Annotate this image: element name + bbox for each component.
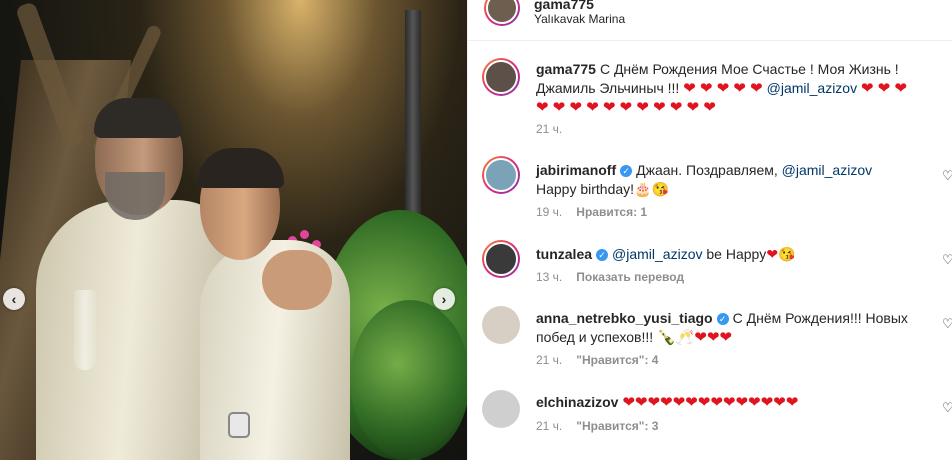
avatar[interactable]: [482, 58, 520, 96]
comment-meta: 19 ч. Нравится: 1: [536, 205, 647, 219]
mention-link[interactable]: @jamil_azizov: [782, 162, 872, 178]
post-location[interactable]: Yalıkavak Marina: [534, 12, 625, 26]
comment-body: Happy birthday!: [536, 181, 635, 197]
man-right-hair: [198, 148, 284, 188]
comment-text: anna_netrebko_yusi_tiago ✓ С Днём Рождения…: [536, 309, 916, 347]
comment-time[interactable]: 13 ч.: [536, 270, 562, 284]
post-header: gama775 Yalıkavak Marina: [468, 0, 952, 41]
verified-badge-icon: ✓: [716, 313, 729, 326]
caption-username[interactable]: gama775: [536, 61, 596, 77]
comment-text: jabirimanoff ✓ Джаан. Поздравляем, @jamil_…: [536, 161, 916, 199]
verified-badge-icon: ✓: [620, 165, 633, 178]
comment-text: elchinazizov ❤❤❤❤❤❤❤❤❤❤❤❤❤❤: [536, 393, 916, 412]
emoji: 🎂😘: [634, 181, 669, 197]
heart-outline-icon[interactable]: ♡: [942, 168, 952, 184]
comment-time[interactable]: 19 ч.: [536, 205, 562, 219]
hearts-emoji: ❤ ❤ ❤ ❤ ❤ ❤ ❤ ❤ ❤ ❤ ❤: [536, 99, 716, 116]
mention-link[interactable]: @jamil_azizov: [612, 246, 702, 262]
heart-outline-icon[interactable]: ♡: [942, 252, 952, 268]
comment-likes[interactable]: "Нравится": 3: [576, 419, 658, 433]
mention-link[interactable]: @jamil_azizov: [767, 80, 857, 96]
comment-time[interactable]: 21 ч.: [536, 419, 562, 433]
foliage: [350, 300, 467, 460]
comment-time[interactable]: 21 ч.: [536, 353, 562, 367]
comment-username[interactable]: anna_netrebko_yusi_tiago: [536, 310, 713, 326]
avatar[interactable]: [484, 0, 520, 26]
comment-username[interactable]: elchinazizov: [536, 394, 618, 410]
caption-text: gama775 С Днём Рождения Мое Счастье ! Моя…: [536, 60, 916, 117]
comment-body: Джаан. Поздравляем,: [636, 162, 782, 178]
comment-likes[interactable]: "Нравится": 4: [576, 353, 658, 367]
comment-username[interactable]: jabirimanoff: [536, 162, 616, 178]
hearts-emoji: ❤ ❤ ❤ ❤ ❤: [683, 80, 763, 97]
comment-body: be Happy: [702, 246, 767, 262]
emoji: ❤😘: [766, 246, 796, 262]
verified-badge-icon: ✓: [596, 249, 609, 262]
avatar[interactable]: [482, 156, 520, 194]
chevron-right-icon[interactable]: ›: [433, 288, 455, 310]
emoji: 🍾🥂❤❤❤: [657, 329, 733, 346]
comment-likes[interactable]: Нравится: 1: [576, 205, 647, 219]
post-username[interactable]: gama775: [534, 0, 594, 12]
comment-meta: 13 ч. Показать перевод: [536, 270, 684, 284]
caption-time[interactable]: 21 ч.: [536, 122, 562, 136]
comment-text: tunzalea ✓ @jamil_azizov be Happy❤😘: [536, 245, 916, 264]
post-photo: ‹ ›: [0, 0, 467, 460]
hearts-emoji: ❤ ❤ ❤: [860, 80, 908, 97]
comment-username[interactable]: tunzalea: [536, 246, 592, 262]
wristwatch: [228, 412, 250, 438]
flower: [300, 230, 309, 239]
comment-meta: 21 ч. "Нравится": 4: [536, 353, 658, 367]
comment-meta: 21 ч. "Нравится": 3: [536, 419, 658, 433]
chevron-left-icon[interactable]: ‹: [3, 288, 25, 310]
hearts-emoji: ❤❤❤❤❤❤❤❤❤❤❤❤❤❤: [622, 394, 799, 411]
heart-outline-icon[interactable]: ♡: [942, 316, 952, 332]
avatar[interactable]: [482, 240, 520, 278]
man-left-hair: [94, 98, 182, 138]
avatar[interactable]: [482, 390, 520, 428]
show-translation-link[interactable]: Показать перевод: [576, 270, 684, 284]
wine-glass: [74, 290, 96, 370]
post-details-panel: gama775 Yalıkavak Marina gama775 С Днём Р…: [467, 0, 952, 460]
avatar[interactable]: [482, 306, 520, 344]
man-right-arm: [262, 250, 332, 310]
heart-outline-icon[interactable]: ♡: [942, 400, 952, 416]
